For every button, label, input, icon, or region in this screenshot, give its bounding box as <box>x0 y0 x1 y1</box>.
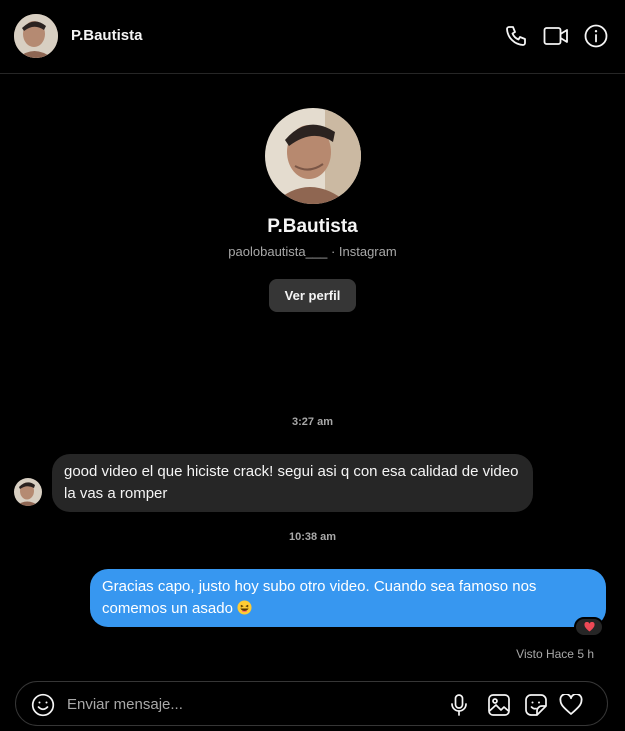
message-input[interactable] <box>67 694 427 714</box>
message-timestamp: 3:27 am <box>292 416 333 428</box>
phone-icon[interactable] <box>502 22 530 50</box>
heart-reaction-badge[interactable] <box>574 617 604 637</box>
profile-summary: P.Bautista paolobautista___ · Instagram … <box>0 108 625 312</box>
header-avatar[interactable] <box>14 14 58 58</box>
seen-status: Visto Hace 5 h <box>516 647 594 661</box>
profile-avatar[interactable] <box>264 108 361 204</box>
incoming-message-bubble[interactable]: good video el que hiciste crack! segui a… <box>52 454 533 512</box>
sticker-icon[interactable] <box>523 692 549 718</box>
video-icon[interactable] <box>542 22 570 50</box>
profile-username: paolobautista___ · Instagram <box>228 244 397 259</box>
message-timestamp: 10:38 am <box>288 531 337 543</box>
sender-avatar[interactable] <box>14 478 42 506</box>
image-icon[interactable] <box>486 692 512 718</box>
view-profile-button[interactable]: Ver perfil <box>268 279 357 312</box>
heart-reaction-icon <box>583 622 595 632</box>
outgoing-message-text: Gracias capo, justo hoy subo otro video.… <box>102 578 537 617</box>
info-icon[interactable] <box>582 22 610 50</box>
laughing-face-emoji-icon <box>237 600 252 615</box>
microphone-icon[interactable] <box>446 692 472 718</box>
emoji-icon[interactable] <box>30 692 56 718</box>
header-contact-name[interactable]: P.Bautista <box>71 27 142 44</box>
chat-header: P.Bautista <box>0 0 625 74</box>
message-composer <box>15 681 608 726</box>
heart-icon[interactable] <box>558 692 584 718</box>
profile-name: P.Bautista <box>267 216 358 237</box>
outgoing-message-bubble[interactable]: Gracias capo, justo hoy subo otro video.… <box>90 569 606 627</box>
